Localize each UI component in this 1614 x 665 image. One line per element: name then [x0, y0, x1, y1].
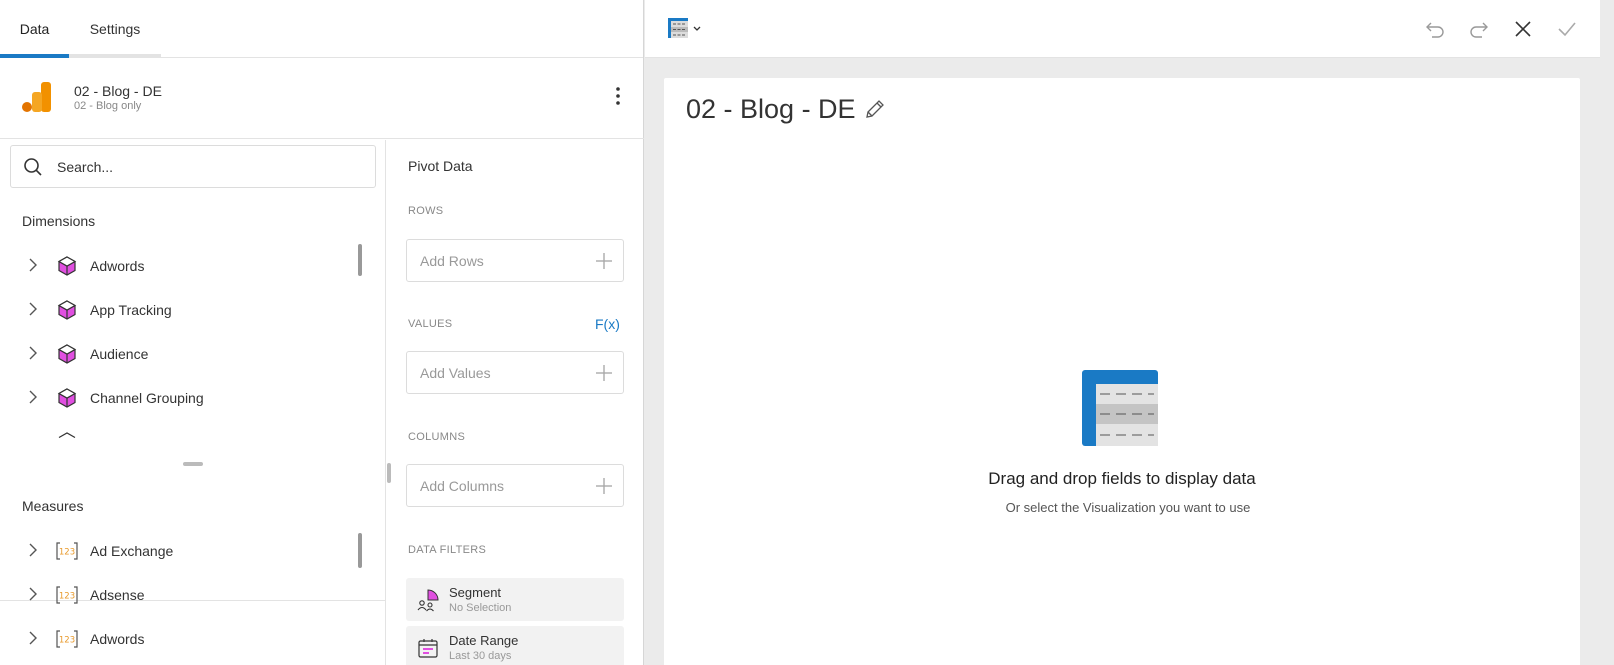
add-columns-dropzone[interactable]: Add Columns: [406, 464, 624, 507]
svg-text:123: 123: [59, 592, 75, 602]
split-resize-handle[interactable]: [183, 462, 203, 466]
add-rows-dropzone[interactable]: Add Rows: [406, 239, 624, 282]
plus-icon[interactable]: [595, 477, 613, 495]
page-scroll-gutter: [1600, 0, 1614, 665]
chevron-right-icon[interactable]: [26, 543, 40, 557]
segment-filter-value: No Selection: [449, 602, 512, 614]
chevron-right-icon[interactable]: [26, 631, 40, 645]
empty-state-subtitle: Or select the Visualization you want to …: [1005, 500, 1251, 515]
measures-list: 123 Ad Exchange 123 Adsense 123 Adwords: [0, 529, 370, 665]
more-options-icon[interactable]: [606, 84, 630, 108]
dimension-cube-icon: [57, 388, 77, 408]
panel-tabs: Data Settings: [0, 0, 643, 58]
redo-icon[interactable]: [1467, 17, 1491, 41]
measure-number-icon: 123: [56, 586, 78, 604]
dimension-cube-icon: [57, 344, 77, 364]
measures-scrollbar[interactable]: [358, 533, 362, 568]
measure-label: Adwords: [90, 631, 145, 647]
search-icon: [24, 158, 42, 176]
date-range-filter[interactable]: Date Range Last 30 days: [406, 626, 624, 665]
measure-number-icon: 123: [56, 630, 78, 648]
measure-label: Adsense: [90, 587, 145, 603]
formula-button[interactable]: F(x): [595, 316, 620, 332]
add-values-text: Add Values: [420, 365, 491, 381]
chevron-right-icon[interactable]: [26, 302, 40, 316]
data-filters-label: DATA FILTERS: [408, 544, 487, 556]
dimension-label: Channel Grouping: [90, 390, 204, 406]
dimension-label: Adwords: [90, 258, 145, 274]
undo-icon[interactable]: [1423, 17, 1447, 41]
values-label: VALUES: [408, 318, 453, 330]
close-icon[interactable]: [1511, 17, 1535, 41]
dimensions-title: Dimensions: [22, 213, 96, 229]
dimension-item[interactable]: Channel Grouping: [0, 376, 370, 420]
dimension-item[interactable]: App Tracking: [0, 288, 370, 332]
dimensions-scrollbar[interactable]: [358, 244, 362, 276]
data-source-subtitle: 02 - Blog only: [74, 100, 142, 112]
svg-text:123: 123: [59, 636, 75, 646]
plus-icon[interactable]: [595, 252, 613, 270]
dimension-item-partial[interactable]: [0, 420, 370, 438]
checkmark-icon[interactable]: [1555, 17, 1579, 41]
data-source-name: 02 - Blog - DE: [74, 83, 162, 99]
tab-settings[interactable]: Settings: [69, 0, 161, 58]
calendar-icon: [418, 639, 438, 658]
chevron-right-icon[interactable]: [26, 587, 40, 601]
date-range-filter-value: Last 30 days: [449, 650, 512, 662]
google-analytics-icon: [22, 82, 51, 112]
measure-number-icon: 123: [56, 542, 78, 560]
chevron-right-icon[interactable]: [26, 258, 40, 272]
search-input[interactable]: [57, 154, 357, 180]
pivot-table-icon: [1082, 370, 1158, 446]
plus-icon[interactable]: [595, 364, 613, 382]
visualization-canvas: 02 - Blog - DE Drag and drop fields to d…: [664, 78, 1580, 665]
edit-pencil-icon[interactable]: [864, 98, 886, 120]
measure-label: Ad Exchange: [90, 543, 174, 559]
measures-title: Measures: [22, 498, 84, 514]
visualization-picker-icon[interactable]: [667, 16, 707, 42]
add-columns-text: Add Columns: [420, 478, 505, 494]
measure-item[interactable]: 123 Adsense: [0, 573, 370, 617]
empty-state-title: Drag and drop fields to display data: [988, 469, 1256, 488]
dimension-cube-icon: [57, 256, 77, 276]
add-rows-text: Add Rows: [420, 253, 484, 269]
data-source-header: 02 - Blog - DE 02 - Blog only: [0, 58, 644, 139]
columns-label: COLUMNS: [408, 431, 466, 443]
date-range-filter-name: Date Range: [449, 633, 519, 648]
dimensions-list: Adwords App Tracking Audience Channel Gr…: [0, 244, 370, 438]
left-panel: Data Settings 02 - Blog - DE 02 - Blog o…: [0, 0, 644, 665]
dimension-item[interactable]: Adwords: [0, 244, 370, 288]
pivot-panel: Pivot Data ROWS Add Rows VALUES F(x) Add…: [387, 140, 643, 665]
dimension-item[interactable]: Audience: [0, 332, 370, 376]
dimension-cube-icon: [57, 300, 77, 320]
segment-filter-name: Segment: [449, 585, 502, 600]
dimension-label: Audience: [90, 346, 149, 362]
editor-toolbar: [645, 0, 1600, 58]
chevron-right-icon[interactable]: [26, 390, 40, 404]
measure-item[interactable]: 123 Ad Exchange: [0, 529, 370, 573]
search-box: [10, 145, 376, 188]
tab-data[interactable]: Data: [0, 0, 69, 58]
fields-panel: Dimensions Adwords App Tracking Audience…: [0, 140, 386, 665]
segment-icon: [417, 589, 439, 612]
dimension-label: App Tracking: [90, 302, 172, 318]
add-values-dropzone[interactable]: Add Values: [406, 351, 624, 394]
rows-label: ROWS: [408, 205, 444, 217]
chevron-right-icon[interactable]: [26, 346, 40, 360]
svg-text:123: 123: [59, 548, 75, 558]
pivot-title: Pivot Data: [408, 158, 473, 174]
measure-item[interactable]: 123 Adwords: [0, 617, 370, 661]
segment-filter[interactable]: Segment No Selection: [406, 578, 624, 621]
dimension-cube-icon: [58, 432, 76, 438]
visualization-title[interactable]: 02 - Blog - DE: [686, 94, 856, 125]
